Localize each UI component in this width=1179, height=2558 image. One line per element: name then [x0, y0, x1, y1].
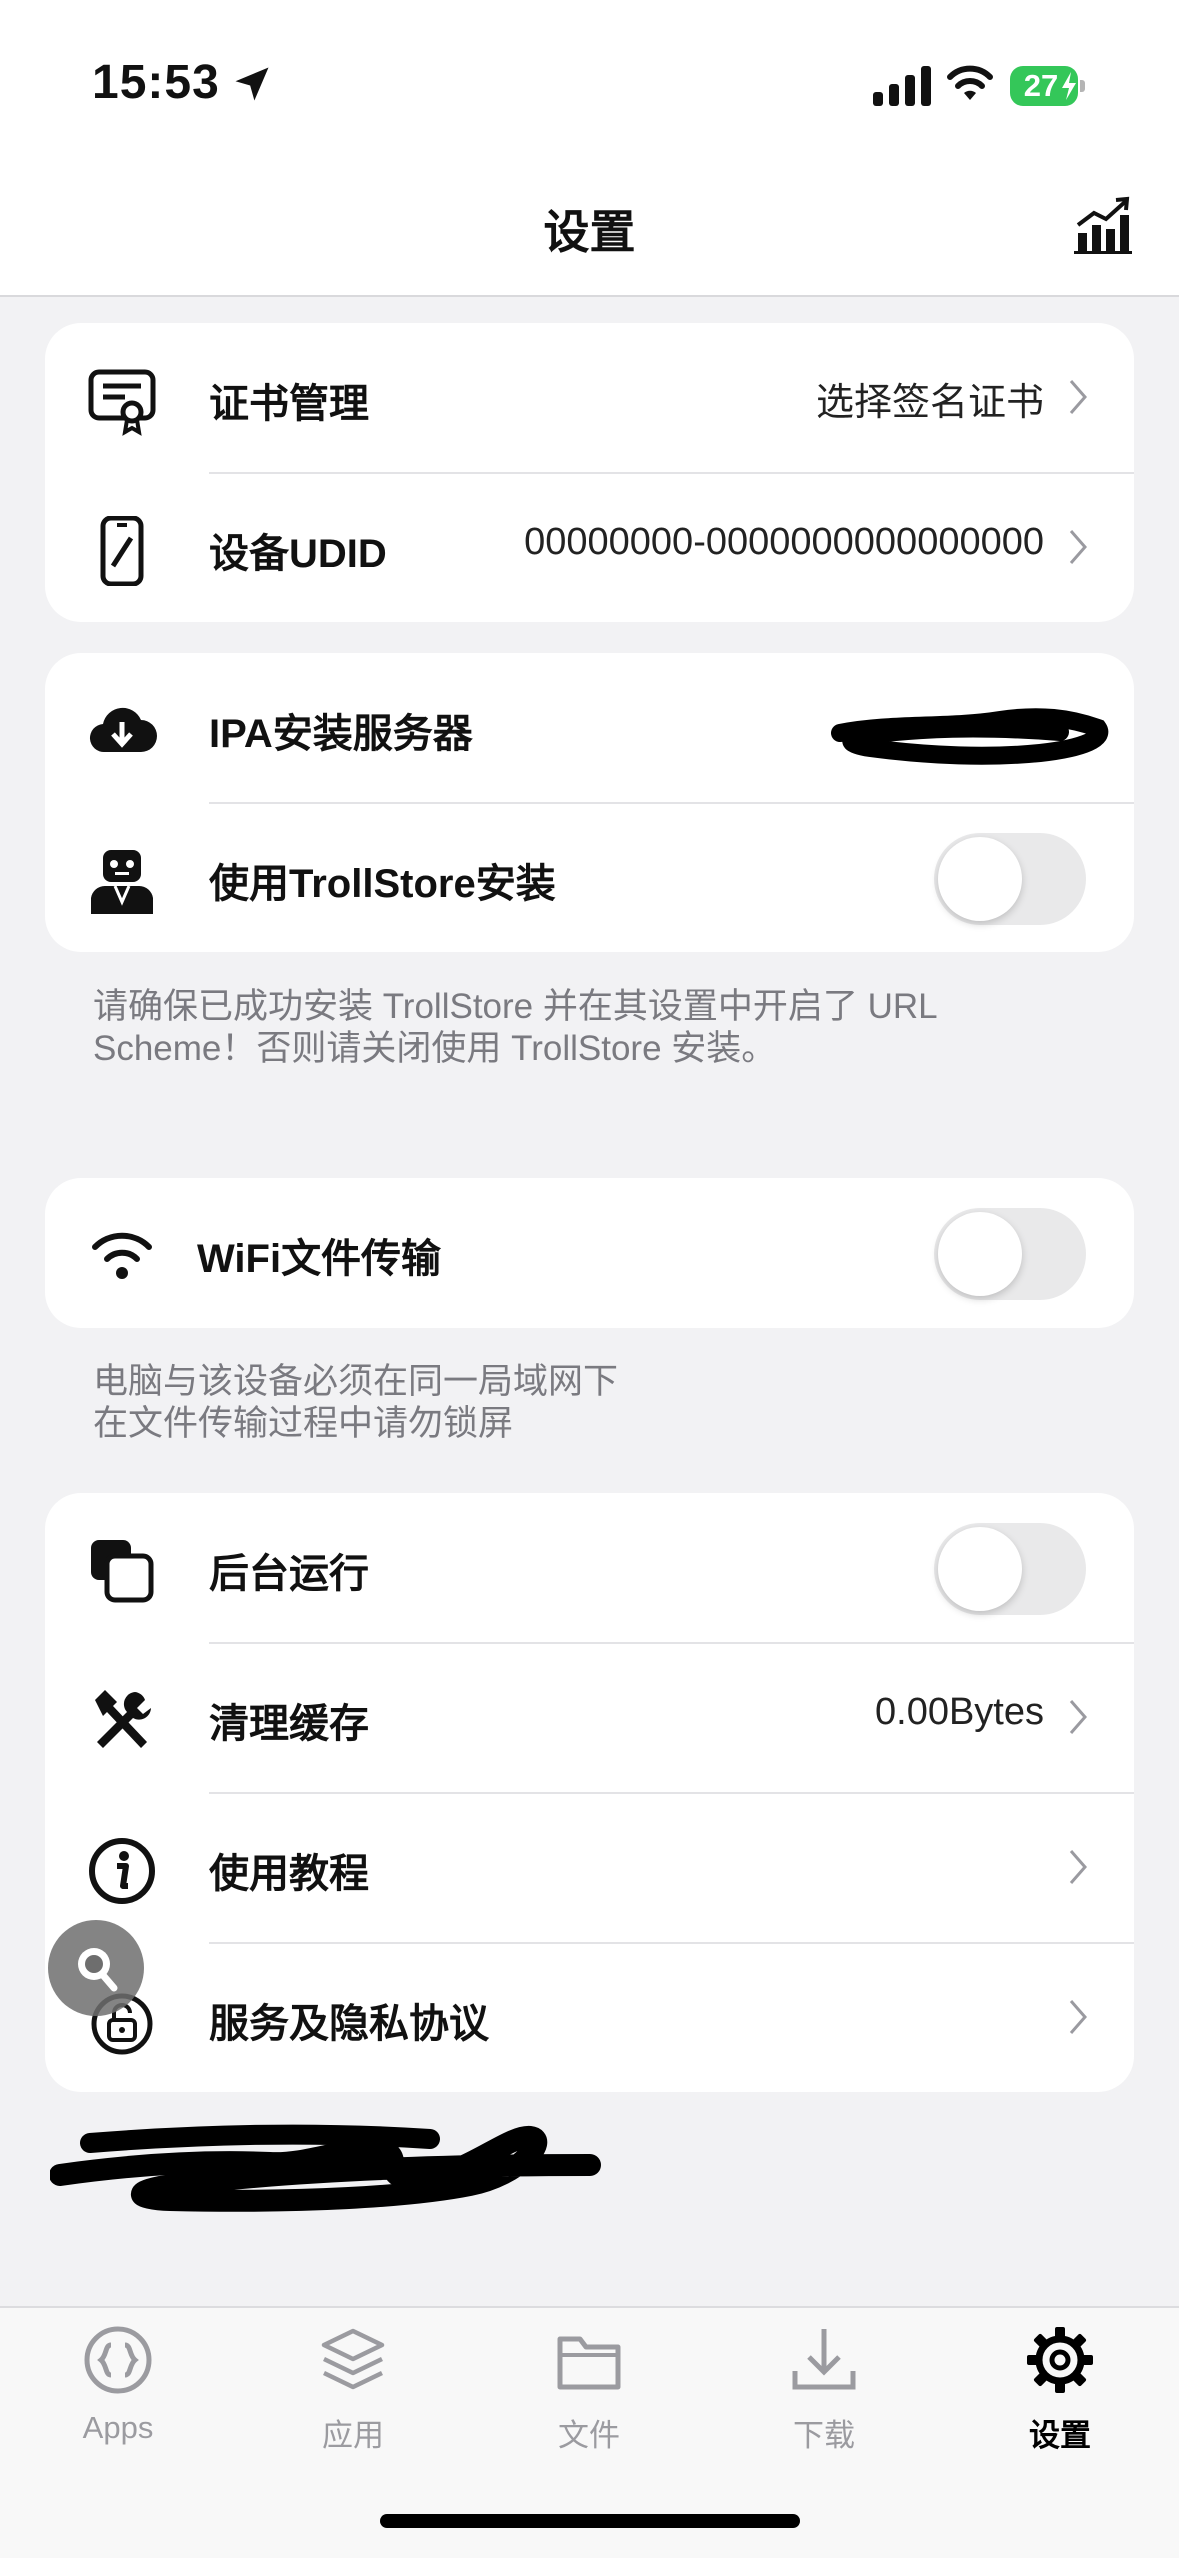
toggle-knob [938, 1527, 1022, 1611]
tab-label: 应用 [322, 2418, 384, 2453]
chevron-right-icon [1069, 380, 1087, 414]
row-ipa-server[interactable]: IPA安装服务器 [45, 653, 1134, 803]
cloud-download-icon [89, 707, 157, 753]
floating-assistive-button[interactable] [48, 1920, 144, 2016]
row-label: 设备UDID [209, 532, 387, 576]
trollstore-note: 请确保已成功安装 TrollStore 并在其设置中开启了 URL Scheme… [93, 986, 938, 1070]
chevron-right-icon [1069, 530, 1087, 564]
battery-cap [1080, 80, 1085, 92]
tools-icon [95, 1690, 151, 1748]
row-label: 后台运行 [209, 1552, 369, 1596]
copy-squares-icon [91, 1540, 154, 1603]
robot-icon [91, 850, 153, 914]
row-privacy[interactable]: 服务及隐私协议 [45, 1943, 1134, 2092]
chevron-right-icon [1069, 1850, 1087, 1884]
general-section: 后台运行 清理缓存 0.00Bytes 使用教程 服务及隐私协议 [45, 1493, 1134, 2092]
row-value: 0.00Bytes [875, 1691, 1044, 1733]
chevron-right-icon [1069, 2000, 1087, 2034]
note-line: Scheme！否则请关闭使用 TrollStore 安装。 [93, 1029, 777, 1068]
gear-icon [1027, 2327, 1093, 2393]
row-label: IPA安装服务器 [209, 712, 473, 756]
certificate-section: 证书管理 选择签名证书 设备UDID 00000000-000000000000… [45, 323, 1134, 622]
row-tutorial[interactable]: 使用教程 [45, 1793, 1134, 1943]
bolt-icon [1062, 72, 1076, 100]
row-value: 00000000-0000000000000000 [524, 521, 1044, 563]
row-label: 服务及隐私协议 [209, 2002, 489, 2046]
search-icon [78, 1948, 118, 1992]
row-label: 证书管理 [209, 382, 369, 426]
cellular-signal-icon [873, 66, 931, 106]
row-label: WiFi文件传输 [197, 1237, 442, 1281]
row-wifi-transfer: WiFi文件传输 [45, 1178, 1134, 1328]
tab-apps-cn[interactable]: 应用 [273, 2320, 433, 2453]
wifi-icon [92, 1232, 152, 1279]
stats-chart-icon[interactable] [1072, 195, 1132, 255]
install-section: IPA安装服务器 使用TrollStore安装 [45, 653, 1134, 952]
download-icon [792, 2329, 856, 2390]
trollstore-toggle[interactable] [934, 833, 1086, 925]
chevron-right-icon [1069, 1700, 1087, 1734]
redacted-value [831, 708, 1109, 765]
braces-circle-icon [84, 2326, 152, 2394]
row-device-udid[interactable]: 设备UDID 00000000-0000000000000000 [45, 473, 1134, 622]
wifi-note: 电脑与该设备必须在同一局域网下 在文件传输过程中请勿锁屏 [93, 1361, 618, 1445]
row-value: 选择签名证书 [815, 382, 1044, 424]
tab-apps[interactable]: Apps [38, 2320, 198, 2450]
toggle-knob [938, 1212, 1022, 1296]
row-clear-cache[interactable]: 清理缓存 0.00Bytes [45, 1643, 1134, 1793]
tab-label: 设置 [1029, 2418, 1091, 2453]
battery-charging-icon: 27 [1010, 66, 1086, 106]
row-label: 使用教程 [209, 1852, 369, 1896]
home-indicator[interactable] [380, 2514, 800, 2528]
location-arrow-icon [235, 67, 269, 101]
row-background-run: 后台运行 [45, 1493, 1134, 1643]
info-icon [89, 1838, 155, 1904]
layers-icon [321, 2328, 385, 2390]
toggle-knob [938, 837, 1022, 921]
note-line: 电脑与该设备必须在同一局域网下 [93, 1362, 619, 1401]
row-certificate[interactable]: 证书管理 选择签名证书 [45, 323, 1134, 473]
redacted-text [50, 2124, 601, 2212]
tab-settings[interactable]: 设置 [980, 2320, 1140, 2453]
note-line: 请确保已成功安装 TrollStore 并在其设置中开启了 URL [93, 987, 938, 1026]
wifi-icon [947, 65, 993, 100]
top-bar: 15:53 27 设置 [0, 0, 1179, 297]
tab-downloads[interactable]: 下载 [744, 2320, 904, 2453]
tab-label: 下载 [793, 2418, 855, 2453]
row-label: 清理缓存 [209, 1702, 369, 1746]
background-run-toggle[interactable] [934, 1523, 1086, 1615]
phone-icon [100, 516, 144, 586]
note-line: 在文件传输过程中请勿锁屏 [93, 1404, 514, 1443]
row-trollstore: 使用TrollStore安装 [45, 803, 1134, 952]
wifi-transfer-toggle[interactable] [934, 1208, 1086, 1300]
tab-label: 文件 [558, 2418, 620, 2453]
tab-label: Apps [82, 2410, 154, 2445]
folder-icon [557, 2336, 621, 2390]
row-label: 使用TrollStore安装 [209, 862, 556, 906]
page-title: 设置 [543, 206, 636, 258]
certificate-icon [88, 369, 156, 436]
tab-files[interactable]: 文件 [509, 2320, 669, 2453]
wifi-section: WiFi文件传输 [45, 1178, 1134, 1328]
status-time: 15:53 [92, 56, 220, 109]
